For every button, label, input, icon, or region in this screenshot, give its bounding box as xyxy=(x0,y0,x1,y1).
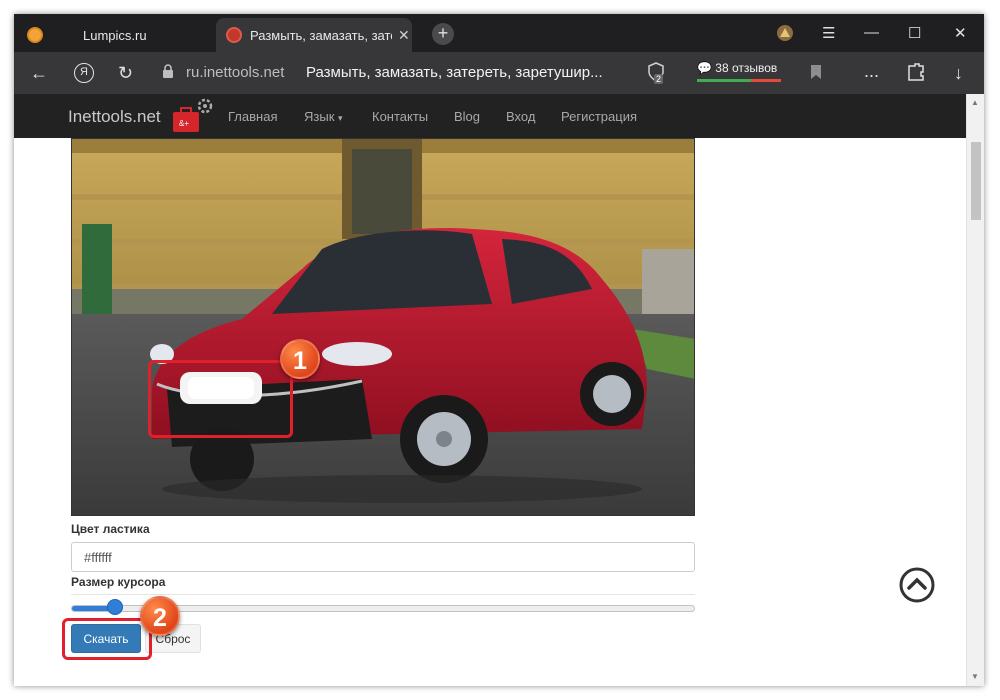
back-icon[interactable]: ← xyxy=(30,63,48,83)
nav-login[interactable]: Вход xyxy=(506,109,535,124)
nav-language[interactable]: Язык ▾ xyxy=(304,109,343,124)
nav-home[interactable]: Главная xyxy=(228,109,277,124)
tab-title: Lumpics.ru xyxy=(83,27,147,43)
browser-window: Lumpics.ru Размыть, замазать, зате ✕ + ☰… xyxy=(14,14,984,686)
step-1-badge: 1 xyxy=(280,339,320,379)
step-2-badge: 2 xyxy=(140,596,180,636)
address-toolbar: ← Я ↻ ru.inettools.net Размыть, замазать… xyxy=(14,52,984,94)
speech-bubble-icon: 💬 xyxy=(697,61,712,75)
download-icon[interactable]: ↓ xyxy=(954,63,963,83)
scroll-up-icon[interactable]: ▲ xyxy=(971,98,979,107)
toolbox-logo-icon[interactable]: &+ xyxy=(169,98,213,134)
scroll-to-top-icon[interactable] xyxy=(898,566,936,604)
eraser-color-label: Цвет ластика xyxy=(71,522,150,536)
page-scrollbar[interactable]: ▲ ▼ xyxy=(966,94,984,686)
page-viewport: Inettools.net &+ Главная Язык ▾ Контакты… xyxy=(14,94,984,686)
reviews-widget[interactable]: 💬 38 отзывов xyxy=(697,60,797,86)
svg-text:&+: &+ xyxy=(179,119,189,128)
caret-down-icon: ▾ xyxy=(338,113,343,123)
cursor-size-slider-thumb[interactable] xyxy=(107,599,123,615)
site-brand[interactable]: Inettools.net xyxy=(68,107,161,127)
download-button-highlight xyxy=(62,618,152,660)
form-divider xyxy=(71,594,695,595)
reload-icon[interactable]: ↻ xyxy=(118,63,133,83)
extensions-icon[interactable] xyxy=(906,63,926,81)
nav-register[interactable]: Регистрация xyxy=(561,109,637,124)
cursor-size-label: Размер курсора xyxy=(71,575,166,589)
car-photo xyxy=(72,139,694,515)
reviews-label: 38 отзывов xyxy=(715,61,778,75)
nav-contacts[interactable]: Контакты xyxy=(372,109,428,124)
site-navbar: Inettools.net &+ Главная Язык ▾ Контакты… xyxy=(14,94,966,138)
scroll-down-icon[interactable]: ▼ xyxy=(971,672,979,681)
minimize-icon[interactable]: — xyxy=(864,24,879,41)
reviews-rating-bar xyxy=(697,79,781,82)
maximize-icon[interactable]: ☐ xyxy=(908,24,921,42)
tab-inettools[interactable]: Размыть, замазать, зате ✕ xyxy=(216,18,412,52)
reviews-count: 💬 38 отзывов xyxy=(697,61,777,75)
nav-language-label: Язык xyxy=(304,109,335,124)
scrollbar-thumb[interactable] xyxy=(971,142,981,220)
yandex-icon[interactable]: Я xyxy=(74,63,94,83)
eraser-color-input[interactable] xyxy=(71,542,695,572)
lumpics-favicon-icon xyxy=(27,27,43,43)
bookmark-icon[interactable] xyxy=(810,64,822,80)
close-tab-icon[interactable]: ✕ xyxy=(398,27,410,44)
nav-blog[interactable]: Blog xyxy=(454,109,480,124)
profile-avatar-icon[interactable] xyxy=(776,24,794,42)
url-host[interactable]: ru.inettools.net xyxy=(186,64,284,81)
extensions-badge: 2 xyxy=(654,74,664,84)
close-window-icon[interactable]: ✕ xyxy=(954,24,967,42)
tab-title: Размыть, замазать, зате xyxy=(250,27,392,43)
url-page-title[interactable]: Размыть, замазать, затереть, заретушир..… xyxy=(306,64,611,81)
tab-strip: Lumpics.ru Размыть, замазать, зате ✕ + ☰… xyxy=(14,14,984,52)
image-canvas[interactable] xyxy=(71,138,695,516)
new-tab-button[interactable]: + xyxy=(432,23,454,45)
license-plate-highlight xyxy=(148,360,293,438)
tab-lumpics[interactable]: Lumpics.ru xyxy=(14,18,214,52)
more-icon[interactable]: ... xyxy=(864,61,879,81)
menu-icon[interactable]: ☰ xyxy=(822,24,835,42)
lock-icon[interactable] xyxy=(162,64,174,78)
inettools-favicon-icon xyxy=(226,27,242,43)
